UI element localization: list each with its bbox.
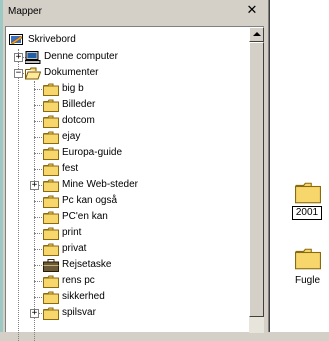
folder-icon: [43, 195, 59, 208]
folders-pane-header: Mapper ✕: [3, 0, 264, 26]
scroll-up-button[interactable]: [249, 27, 264, 42]
computer-icon: [25, 50, 41, 64]
tree-vertical-scrollbar[interactable]: [249, 27, 264, 333]
folder-icon: [43, 243, 59, 256]
folder-icon: [43, 179, 59, 192]
tree-item-label: rens pc: [62, 275, 95, 286]
desktop-icon: [9, 33, 23, 45]
tree-item-folder[interactable]: fest: [43, 161, 78, 177]
tree-item-documents[interactable]: Dokumenter: [25, 65, 98, 81]
folder-icon: [43, 147, 59, 160]
folder-icon: [43, 115, 59, 128]
folder-icon: [43, 291, 59, 304]
tree-item-folder[interactable]: Europa-guide: [43, 145, 122, 161]
tree-item-label: Rejsetaske: [62, 259, 112, 270]
briefcase-icon: [43, 258, 59, 272]
collapse-documents-button[interactable]: −: [14, 69, 23, 78]
folders-pane-title: Mapper: [8, 6, 42, 17]
tree-item-label: Mine Web-steder: [62, 179, 138, 190]
tree-item-folder[interactable]: rens pc: [43, 273, 95, 289]
tree-item-folder[interactable]: Rejsetaske: [43, 257, 111, 273]
tree-item-label: Pc kan også: [62, 195, 118, 206]
tree-item-folder[interactable]: ejay: [43, 129, 80, 145]
scroll-thumb[interactable]: [249, 42, 264, 317]
folder-icon: [295, 248, 321, 270]
tree-item-label: Europa-guide: [62, 147, 123, 158]
tree-item-label: big b: [62, 83, 84, 94]
tree-item-folder[interactable]: privat: [43, 241, 86, 257]
folder-icon: [43, 211, 59, 224]
tree-item-label: ejay: [62, 131, 81, 142]
expand-computer-button[interactable]: +: [14, 53, 23, 62]
folder-icon: [43, 275, 59, 288]
tree-item-folder[interactable]: Mine Web-steder: [43, 177, 138, 193]
folder-icon: [43, 307, 59, 320]
tree-item-label: fest: [62, 163, 79, 174]
tree-item-label: Denne computer: [44, 51, 118, 62]
folder-icon: [43, 83, 59, 96]
tree-item-label: privat: [62, 243, 87, 254]
tree-item-folder[interactable]: spilsvar: [43, 305, 96, 321]
tree-item-label: print: [62, 227, 82, 238]
tree-item-folder[interactable]: dotcom: [43, 113, 95, 129]
tree-item-label: PC'en kan: [62, 211, 108, 222]
tree-item-label: Skrivebord: [28, 34, 76, 45]
tree-item-label: spilsvar: [62, 307, 96, 318]
folder-icon: [43, 131, 59, 144]
tree-item-folder[interactable]: Pc kan også: [43, 193, 117, 209]
expand-folder-button[interactable]: +: [30, 181, 39, 190]
expand-folder-button[interactable]: +: [30, 309, 39, 318]
folder-icon: [43, 227, 59, 240]
tree-item-label: sikkerhed: [62, 291, 105, 302]
folder-tree[interactable]: Skrivebord + Denne computer − Dokumenter…: [5, 26, 264, 341]
tree-item-folder[interactable]: big b: [43, 81, 84, 97]
open-folder-icon: [25, 67, 41, 79]
folder-icon: [43, 99, 59, 112]
folders-panel: Mapper ✕ Skrivebord + Denne computer − D…: [3, 0, 264, 341]
tree-item-computer[interactable]: Denne computer: [25, 49, 118, 65]
rename-field[interactable]: 2001: [292, 206, 322, 220]
tree-item-label: dotcom: [62, 115, 95, 126]
tree-item-label: Billeder: [62, 99, 96, 110]
tree-item-folder[interactable]: print: [43, 225, 81, 241]
tree-item-folder[interactable]: PC'en kan: [43, 209, 108, 225]
file-item-label[interactable]: Fugle: [295, 275, 320, 287]
folder-icon: [43, 163, 59, 176]
tree-item-desktop[interactable]: Skrivebord: [9, 32, 76, 48]
tree-item-folder[interactable]: Billeder: [43, 97, 95, 113]
tree-item-folder[interactable]: sikkerhed: [43, 289, 105, 305]
close-pane-button[interactable]: ✕: [244, 3, 260, 19]
file-list-pane[interactable]: 2001 Fugle: [269, 0, 329, 332]
tree-item-label: Dokumenter: [44, 67, 99, 78]
folder-icon: [295, 182, 321, 204]
